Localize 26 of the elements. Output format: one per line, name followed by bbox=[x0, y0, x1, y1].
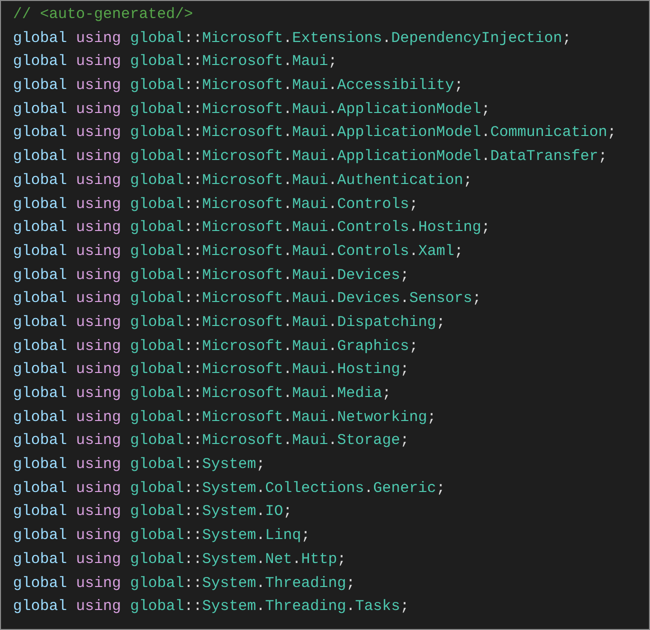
code-line: global using global::Microsoft.Maui.Media; bbox=[13, 384, 392, 404]
code-line: global using global::Microsoft.Maui.Networking; bbox=[13, 408, 436, 428]
code-line: global using global::System.Threading; bbox=[13, 574, 356, 594]
code-line: global using global::Microsoft.Maui.Devices.Sensors; bbox=[13, 289, 482, 310]
code-line: global using global::Microsoft.Maui.ApplicationModel; bbox=[13, 100, 490, 120]
code-line: global using global::Microsoft.Extensions.DependencyInjection; bbox=[13, 28, 572, 49]
code-line: global using global::Microsoft.Maui.Controls; bbox=[13, 194, 418, 214]
code-line: global using global::System; bbox=[13, 455, 266, 476]
code-line: global using global::Microsoft.Maui.Authentication; bbox=[13, 170, 472, 191]
code-line: global using global::System.Threading.Tasks; bbox=[13, 597, 410, 618]
code-line: global using global::Microsoft.Maui.ApplicationModel.Communication; bbox=[13, 123, 616, 144]
code-line: global using global::Microsoft.Maui.Devices; bbox=[13, 266, 410, 286]
code-line: global using global::System.IO; bbox=[13, 502, 292, 522]
code-line: global using global::System.Net.Http; bbox=[13, 550, 346, 570]
code-line: global using global::Microsoft.Maui.Controls.Xaml; bbox=[13, 242, 464, 262]
code-line: global using global::Microsoft.Maui.ApplicationModel.DataTransfer; bbox=[13, 147, 608, 168]
code-line: global using global::System.Collections.Generic; bbox=[13, 478, 446, 499]
code-line: global using global::Microsoft.Maui.Controls.Hosting; bbox=[13, 218, 490, 238]
code-line: global using global::Microsoft.Maui; bbox=[13, 52, 338, 72]
code-line: global using global::Microsoft.Maui.Graphics; bbox=[13, 336, 418, 357]
code-line: global using global::System.Linq; bbox=[13, 526, 310, 546]
code-line: global using global::Microsoft.Maui.Accessibility; bbox=[13, 76, 464, 96]
code-line: global using global::Microsoft.Maui.Hosting; bbox=[13, 360, 410, 380]
code-line: global using global::Microsoft.Maui.Dispatching; bbox=[13, 312, 446, 333]
code-comment: // <auto-generated/> bbox=[13, 5, 194, 25]
code-line: global using global::Microsoft.Maui.Storage; bbox=[13, 431, 410, 452]
